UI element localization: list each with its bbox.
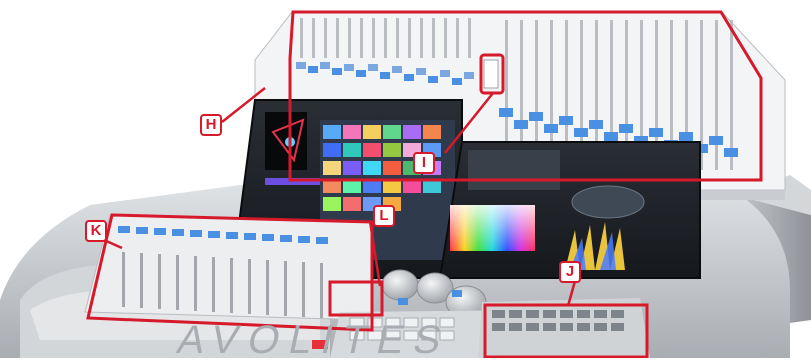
- callout-j: J: [559, 261, 581, 283]
- executor-button-bank: [478, 298, 650, 358]
- lighting-console-image: AVOLITES H I K L J: [0, 0, 811, 362]
- single-fader-module: [483, 59, 499, 89]
- console-illustration: [0, 10, 811, 359]
- callout-k: K: [85, 220, 107, 242]
- callout-h: H: [200, 114, 222, 136]
- callout-l: L: [373, 205, 395, 227]
- callout-i: I: [413, 152, 435, 174]
- brand-logo: AVOLITES: [173, 318, 456, 362]
- fader-row-upper-left: [300, 18, 471, 58]
- right-touchscreen: [438, 141, 701, 279]
